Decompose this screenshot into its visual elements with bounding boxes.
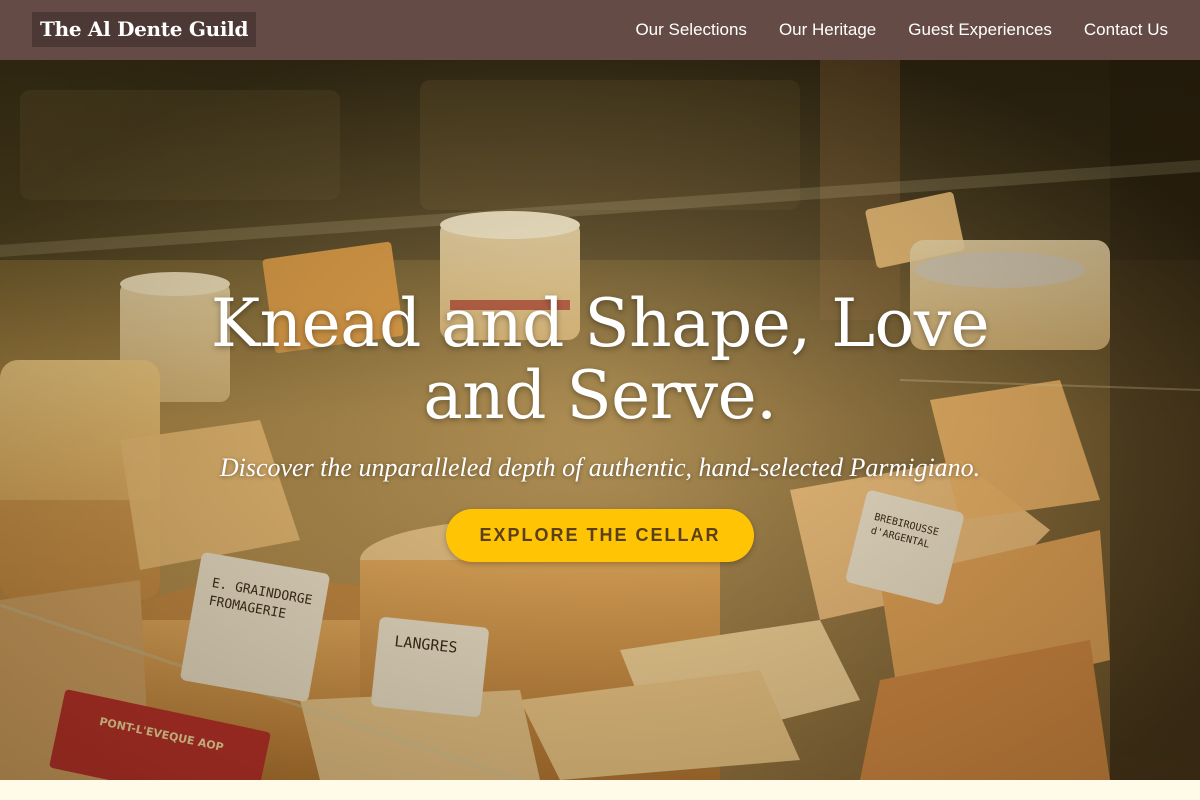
nav-item-guest-experiences[interactable]: Guest Experiences [908, 20, 1052, 40]
next-section-edge [0, 780, 1200, 800]
explore-the-cellar-button[interactable]: EXPLORE THE CELLAR [446, 509, 754, 562]
hero-subtitle: Discover the unparalleled depth of authe… [219, 453, 981, 482]
nav-item-our-heritage[interactable]: Our Heritage [779, 20, 876, 40]
page: The Al Dente Guild Our Selections Our He… [0, 0, 1200, 800]
nav-item-contact-us[interactable]: Contact Us [1084, 20, 1168, 40]
nav-item-our-selections[interactable]: Our Selections [635, 20, 747, 40]
site-header: The Al Dente Guild Our Selections Our He… [0, 0, 1200, 60]
hero-section: E. GRAINDORGE FROMAGERIE LANGRES BREBIRO… [0, 60, 1200, 780]
main-nav: Our Selections Our Heritage Guest Experi… [635, 0, 1168, 60]
hero-title: Knead and Shape, Love and Serve. [210, 285, 990, 434]
brand-logo[interactable]: The Al Dente Guild [32, 12, 257, 47]
hero-content: Knead and Shape, Love and Serve. Discove… [0, 60, 1200, 780]
